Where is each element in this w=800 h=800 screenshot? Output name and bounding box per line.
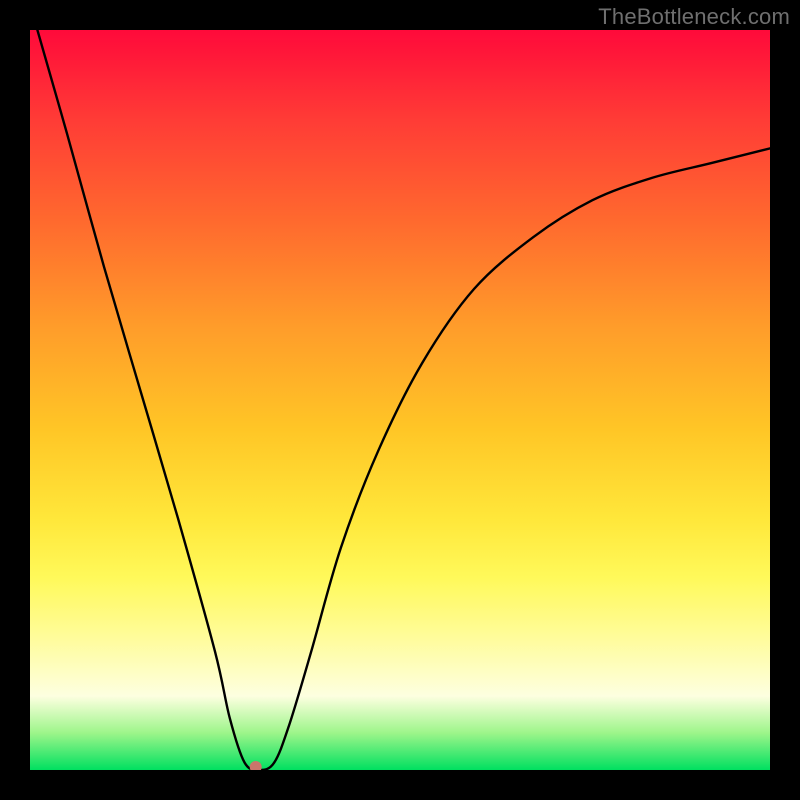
chart-plot-area: [30, 30, 770, 770]
watermark-text: TheBottleneck.com: [598, 4, 790, 30]
bottleneck-curve-svg: [30, 30, 770, 770]
minimum-marker-dot: [250, 761, 262, 770]
bottleneck-curve-path: [37, 30, 770, 770]
